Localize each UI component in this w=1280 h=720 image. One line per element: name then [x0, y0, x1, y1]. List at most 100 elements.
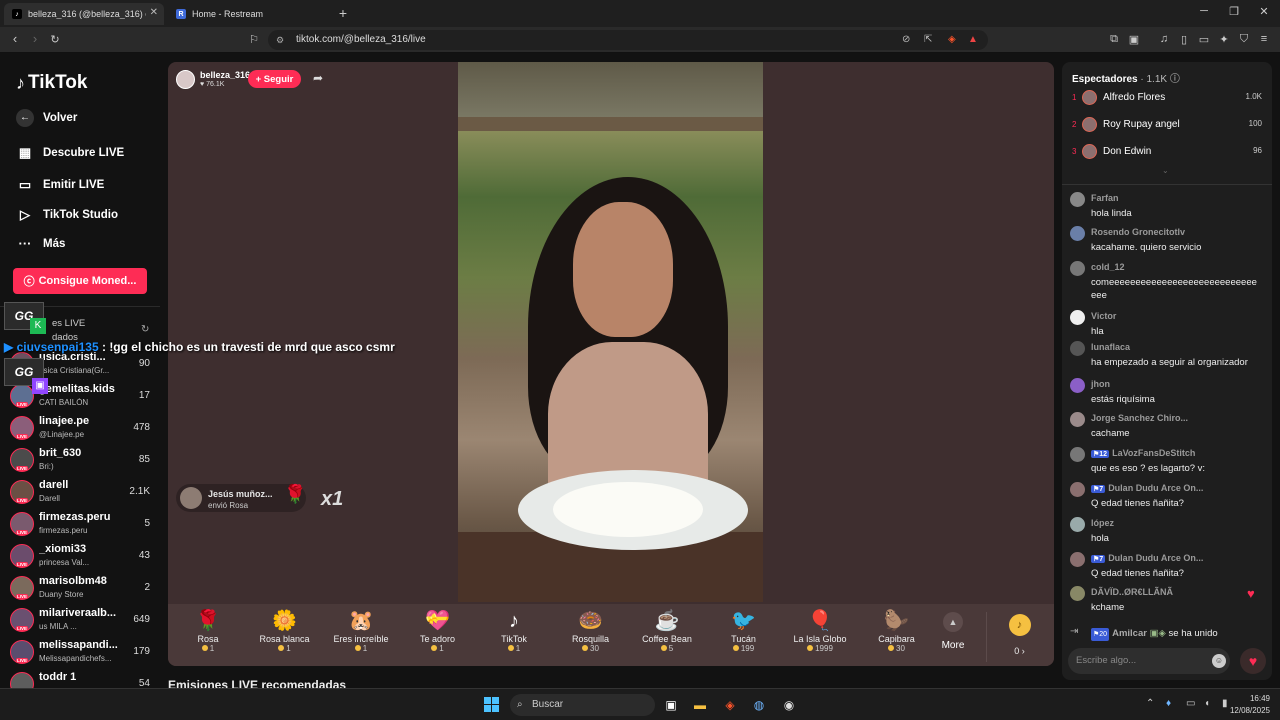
live-badge: LIVE [15, 434, 28, 439]
screenshot-icon[interactable]: ▣ [1126, 33, 1142, 46]
channel-item[interactable]: LIVE _xiomi33 princesa Val... 43 [8, 541, 158, 571]
top-viewer[interactable]: 1 Alfredo Flores 1.0K [1072, 88, 1268, 110]
new-tab-button[interactable]: + [333, 5, 353, 21]
extensions-icon[interactable]: ⧉ [1106, 33, 1122, 46]
channel-item[interactable]: LIVE darell Darell 2.1K [8, 477, 158, 507]
chat-input[interactable]: Escribe algo... [1068, 648, 1230, 674]
share-icon[interactable]: ⇱ [924, 30, 932, 50]
forward-icon[interactable]: › [26, 31, 44, 46]
live-video[interactable] [458, 62, 763, 602]
gift-item[interactable]: 🦫 Capibara 30 [857, 608, 937, 664]
no-tracking-icon[interactable]: ⊘ [902, 30, 910, 50]
steam-icon[interactable]: ◍ [750, 696, 768, 714]
taskbar-search[interactable]: ⌕ Buscar [510, 694, 655, 716]
restore-button[interactable]: ❐ [1224, 5, 1244, 18]
channel-viewer-count: 179 [133, 646, 150, 657]
site-settings-icon[interactable]: ⚙ [276, 30, 284, 50]
gift-item[interactable]: 💝 Te adoro 1 [398, 608, 478, 664]
gift-item[interactable]: 🌼 Rosa blanca 1 [245, 608, 325, 664]
commenter-name[interactable]: lunaflaca [1091, 342, 1130, 352]
top-viewer[interactable]: 3 Don Edwin 96 [1072, 142, 1268, 164]
tab-tiktok[interactable]: ♪ belleza_316 (@belleza_316) e ✕ [4, 3, 164, 25]
commenter-name[interactable]: LaVozFansDeStitch [1112, 448, 1195, 458]
tray-chevron-icon[interactable]: ⌃ [1146, 698, 1154, 709]
gift-icon: ☕ [654, 610, 680, 632]
commenter-name[interactable]: Victor [1091, 311, 1116, 321]
coin-balance[interactable]: ♪ 0 › [986, 612, 1052, 662]
info-icon[interactable]: ⓘ [1170, 74, 1180, 85]
gift-item[interactable]: 🌹 Rosa 1 [168, 608, 248, 664]
close-tab-icon[interactable]: ✕ [150, 7, 158, 18]
commenter-name[interactable]: DÃVÏD..ØR€LLÃNÃ [1091, 587, 1173, 597]
volume-icon[interactable]: ◖ [1204, 698, 1210, 709]
music-icon[interactable]: ♫ [1156, 33, 1172, 45]
commenter-name[interactable]: Dulan Dudu Arce On... [1108, 483, 1203, 493]
channel-item[interactable]: LIVE melissapandi... Melissapandichefs... 1… [8, 637, 158, 667]
brave-rewards-icon[interactable]: ▲ [968, 30, 978, 50]
bookmark-icon[interactable]: ⚐ [246, 33, 262, 46]
commenter-name[interactable]: Rosendo Gronecitotlv [1091, 227, 1185, 237]
video-beam [458, 117, 763, 131]
gift-item[interactable]: 🐹 Eres increíble 1 [321, 608, 401, 664]
nav-tiktok-studio[interactable]: ▷ TikTok Studio [16, 207, 118, 223]
tab-restream[interactable]: R Home - Restream [168, 3, 328, 25]
gift-item[interactable]: ☕ Coffee Bean 5 [627, 608, 707, 664]
url-field[interactable]: ⚙ tiktok.com/@belleza_316/live ⊘ ⇱ ◈ ▲ [268, 30, 988, 50]
sidebar-icon[interactable]: ▯ [1176, 33, 1192, 46]
reload-icon[interactable]: ↻ [46, 33, 64, 46]
comment-text: hola linda [1091, 208, 1132, 219]
microphone-icon[interactable]: ♦ [1166, 698, 1171, 709]
app-icon[interactable]: ◉ [780, 696, 798, 714]
channel-item[interactable]: LIVE milariveraalb... us MILA ... 649 [8, 605, 158, 635]
nav-more[interactable]: ··· Más [16, 236, 66, 251]
menu-icon[interactable]: ≡ [1256, 33, 1272, 45]
minimize-button[interactable]: ─ [1194, 5, 1214, 17]
back-button[interactable]: ← Volver [16, 109, 77, 127]
streamer-name[interactable]: belleza_316 [200, 70, 250, 80]
brave-shield-icon[interactable]: ◈ [948, 30, 956, 50]
share-arrow-icon[interactable]: ➦ [313, 71, 323, 85]
vpn-icon[interactable]: ⛉ [1236, 33, 1252, 46]
commenter-name[interactable]: cold_12 [1091, 262, 1125, 272]
network-icon[interactable]: ▭ [1186, 698, 1195, 709]
close-window-button[interactable]: ✕ [1254, 5, 1274, 18]
channel-item[interactable]: LIVE firmezas.peru firmezas.peru 5 [8, 509, 158, 539]
wallet-icon[interactable]: ▭ [1196, 33, 1212, 46]
back-label: Volver [43, 112, 78, 124]
follow-button[interactable]: + Seguir [248, 70, 301, 88]
task-view-icon[interactable]: ▣ [662, 696, 680, 714]
more-gifts-button[interactable]: ▲ More [938, 612, 968, 651]
viewer-avatar [1082, 117, 1097, 132]
get-coins-button[interactable]: ⓒ Consigue Moned... [13, 268, 147, 294]
file-explorer-icon[interactable]: ▬ [691, 696, 709, 714]
commenter-name[interactable]: Farfan [1091, 193, 1119, 203]
nav-discover-live[interactable]: ▦ Descubre LIVE [16, 145, 124, 161]
windows-start-icon[interactable] [484, 697, 500, 713]
clock[interactable]: 16:49 12/08/2025 [1230, 693, 1270, 717]
gift-item[interactable]: ♪ TikTok 1 [474, 608, 554, 664]
channel-item[interactable]: LIVE brit_630 Bri:) 85 [8, 445, 158, 475]
logo-text: TikTok [28, 72, 88, 93]
gift-item[interactable]: 🐦 Tucán 199 [704, 608, 784, 664]
nav-go-live[interactable]: ▭ Emitir LIVE [16, 177, 105, 193]
tiktok-logo[interactable]: ♪ TikTok [16, 72, 87, 94]
channel-item[interactable]: LIVE marisolbm48 Duany Store 2 [8, 573, 158, 603]
commenter-name[interactable]: lópez [1091, 518, 1114, 528]
channel-item[interactable]: LIVE toddr 1 54 [8, 669, 158, 688]
channel-avatar: LIVE [10, 416, 34, 440]
top-viewer[interactable]: 2 Roy Rupay angel 100 [1072, 115, 1268, 137]
chevron-down-icon[interactable]: ⌄ [1162, 166, 1169, 175]
commenter-name[interactable]: Jorge Sanchez Chiro... [1091, 413, 1188, 423]
commenter-name[interactable]: jhon [1091, 379, 1110, 389]
commenter-name[interactable]: Dulan Dudu Arce On... [1108, 553, 1203, 563]
channel-item[interactable]: LIVE linajee.pe @Linajee.pe 478 [8, 413, 158, 443]
gift-item[interactable]: 🎈 La Isla Globo 1999 [780, 608, 860, 664]
like-heart-button[interactable]: ♥ [1240, 648, 1266, 674]
leo-ai-icon[interactable]: ✦ [1216, 33, 1232, 46]
gift-item[interactable]: 🍩 Rosquilla 30 [551, 608, 631, 664]
battery-icon[interactable]: ▮ [1222, 698, 1228, 709]
emoji-icon[interactable]: ☺ [1212, 654, 1226, 668]
back-icon[interactable]: ‹ [6, 31, 24, 46]
brave-browser-icon[interactable]: ◈ [721, 696, 739, 714]
streamer-avatar[interactable] [176, 70, 195, 89]
